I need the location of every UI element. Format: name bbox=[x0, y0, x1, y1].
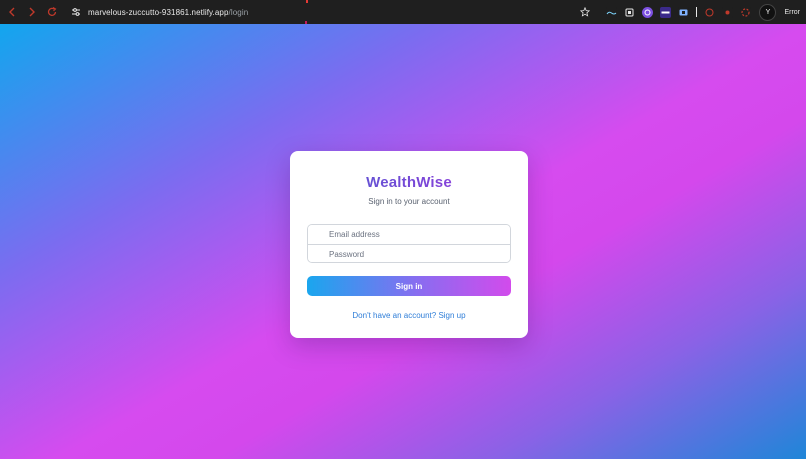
extension-copy-icon[interactable] bbox=[624, 6, 636, 18]
login-subtitle: Sign in to your account bbox=[368, 197, 450, 206]
browser-toolbar: marvelous-zuccutto-931861.netlify.app/lo… bbox=[0, 0, 806, 24]
extensions-bar bbox=[606, 6, 752, 18]
toolbar-divider bbox=[696, 7, 698, 17]
password-field[interactable] bbox=[308, 244, 510, 262]
login-card: WealthWise Sign in to your account Sign … bbox=[290, 151, 528, 338]
bookmark-star-icon[interactable] bbox=[578, 5, 592, 19]
sign-in-button[interactable]: Sign in bbox=[307, 276, 511, 296]
reload-icon[interactable] bbox=[46, 6, 58, 18]
extension-bookmark-icon[interactable] bbox=[678, 6, 690, 18]
forward-icon[interactable] bbox=[26, 6, 38, 18]
extension-puzzle-icon[interactable] bbox=[704, 6, 716, 18]
url-host: marvelous-zuccutto-931861.netlify.app bbox=[88, 7, 229, 17]
email-field[interactable] bbox=[308, 225, 510, 244]
error-indicator[interactable]: Error bbox=[784, 9, 800, 16]
sign-up-link[interactable]: Don't have an account? Sign up bbox=[290, 311, 528, 320]
extension-chat-icon[interactable] bbox=[660, 6, 672, 18]
site-settings-icon[interactable] bbox=[68, 4, 84, 20]
extension-gpt-icon[interactable] bbox=[642, 6, 654, 18]
extension-settings-icon[interactable] bbox=[740, 6, 752, 18]
url-path: /login bbox=[228, 7, 249, 17]
profile-avatar[interactable]: Y bbox=[759, 3, 777, 21]
credentials-group bbox=[307, 224, 511, 263]
address-bar[interactable]: marvelous-zuccutto-931861.netlify.app/lo… bbox=[88, 8, 248, 17]
brand-title: WealthWise bbox=[290, 174, 528, 191]
page-background: WealthWise Sign in to your account Sign … bbox=[0, 24, 806, 459]
extension-shield-icon[interactable] bbox=[722, 6, 734, 18]
tab-loading-indicator bbox=[306, 0, 308, 3]
extension-ai-icon[interactable] bbox=[606, 6, 618, 18]
back-icon[interactable] bbox=[6, 6, 18, 18]
nav-buttons bbox=[0, 6, 64, 18]
